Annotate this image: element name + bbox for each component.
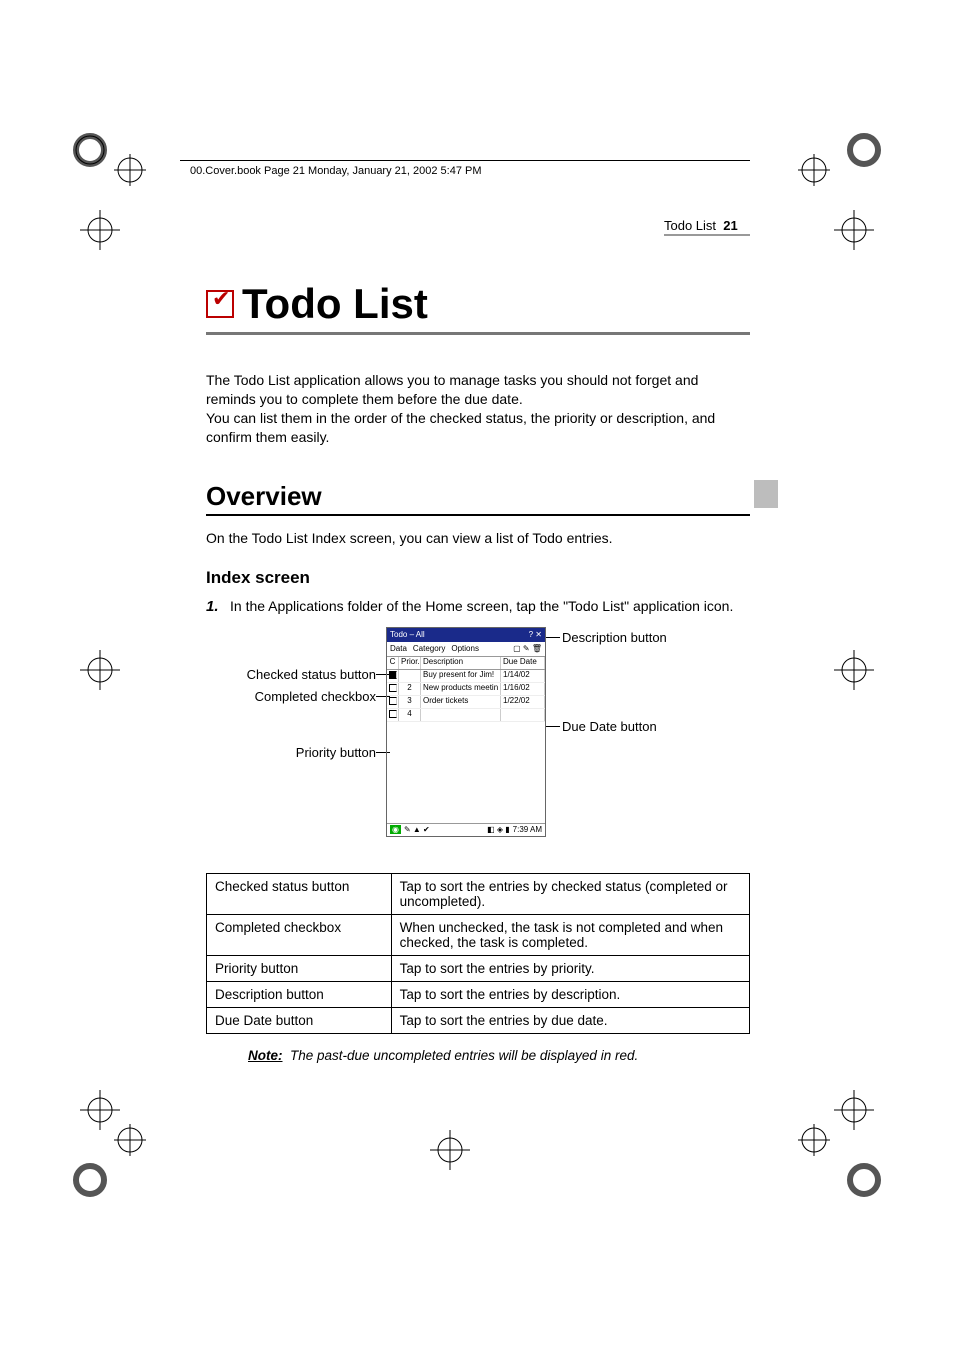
checkbox-icon — [389, 684, 397, 692]
index-screen-heading: Index screen — [206, 568, 750, 588]
step-number: 1. — [206, 598, 220, 615]
screenshot-figure: Todo – All ? ✕ Data Category Options ▢ ✎… — [386, 627, 546, 837]
fig-row: Buy present for Jim! 1/14/02 — [387, 670, 545, 683]
todo-app-icon — [206, 290, 234, 318]
start-icon: ◉ — [390, 825, 401, 834]
fig-row: 4 — [387, 709, 545, 722]
fig-titlebar: Todo – All ? ✕ — [387, 628, 545, 642]
fig-column-headers: C Prior. Description Due Date — [387, 657, 545, 670]
fig-taskbar: ◉✎ ▲ ✔ ◧ ◈ ▮ 7:39 AM — [387, 823, 545, 836]
table-row: Priority buttonTap to sort the entries b… — [207, 955, 750, 981]
table-row: Due Date buttonTap to sort the entries b… — [207, 1007, 750, 1033]
fig-row: 2 New products meetin 1/16/02 — [387, 683, 545, 696]
fig-col-c: C — [387, 657, 399, 669]
registration-mark-icon — [70, 1120, 160, 1210]
crosshair-icon — [70, 200, 130, 260]
callout-checked-status: Checked status button — [196, 667, 376, 682]
fig-col-prior: Prior. — [399, 657, 421, 669]
crosshair-icon — [70, 640, 130, 700]
fig-col-due: Due Date — [501, 657, 545, 669]
intro-text: The Todo List application allows you to … — [206, 371, 750, 447]
callout-due-date-button: Due Date button — [562, 719, 657, 734]
callout-completed-checkbox: Completed checkbox — [196, 689, 376, 704]
overview-heading: Overview — [206, 481, 750, 516]
page-title: Todo List — [242, 280, 428, 328]
table-cell-desc: Tap to sort the entries by due date. — [391, 1007, 749, 1033]
fig-col-desc: Description — [421, 657, 501, 669]
checkbox-icon — [389, 710, 397, 718]
running-head: Todo List 21 — [664, 218, 738, 233]
running-head-rule — [664, 234, 750, 236]
table-row: Completed checkboxWhen unchecked, the ta… — [207, 914, 750, 955]
thumb-tab — [754, 480, 778, 508]
step-1: 1. In the Applications folder of the Hom… — [206, 598, 750, 615]
table-cell-name: Priority button — [207, 955, 392, 981]
overview-text: On the Todo List Index screen, you can v… — [206, 530, 750, 546]
note: Note: The past-due uncompleted entries w… — [206, 1048, 750, 1063]
checkbox-icon — [389, 671, 397, 679]
fig-menu-category: Category — [413, 644, 445, 653]
tray-icons: ◧ ◈ ▮ — [487, 825, 510, 834]
crosshair-icon — [824, 200, 884, 260]
table-cell-desc: When unchecked, the task is not complete… — [391, 914, 749, 955]
table-cell-name: Description button — [207, 981, 392, 1007]
callout-description-button: Description button — [562, 630, 667, 645]
page-title-row: Todo List — [206, 280, 750, 335]
note-label: Note: — [248, 1048, 283, 1063]
intro-p2: You can list them in the order of the ch… — [206, 410, 715, 445]
fig-clock: 7:39 AM — [513, 825, 542, 834]
fig-titlebar-icons: ? ✕ — [529, 630, 542, 639]
crosshair-icon — [824, 640, 884, 700]
table-row: Checked status buttonTap to sort the ent… — [207, 873, 750, 914]
print-header-rule — [180, 160, 750, 161]
taskbar-icons: ✎ ▲ ✔ — [404, 825, 430, 834]
print-header: 00.Cover.book Page 21 Monday, January 21… — [190, 165, 482, 177]
fig-menu-data: Data — [390, 644, 407, 653]
running-head-section: Todo List — [664, 218, 716, 233]
intro-p1: The Todo List application allows you to … — [206, 372, 698, 407]
fig-menubar: Data Category Options ▢ ✎ 🗑 — [387, 642, 545, 657]
table-cell-desc: Tap to sort the entries by checked statu… — [391, 873, 749, 914]
fig-title: Todo – All — [390, 630, 425, 639]
table-cell-desc: Tap to sort the entries by priority. — [391, 955, 749, 981]
step-text: In the Applications folder of the Home s… — [230, 598, 733, 615]
running-head-page: 21 — [723, 218, 737, 233]
table-cell-name: Due Date button — [207, 1007, 392, 1033]
description-table: Checked status buttonTap to sort the ent… — [206, 873, 750, 1034]
table-cell-name: Checked status button — [207, 873, 392, 914]
table-cell-name: Completed checkbox — [207, 914, 392, 955]
fig-row: 3 Order tickets 1/22/02 — [387, 696, 545, 709]
table-row: Description buttonTap to sort the entrie… — [207, 981, 750, 1007]
figure-callouts: Checked status button Completed checkbox… — [206, 627, 750, 859]
note-text: The past-due uncompleted entries will be… — [290, 1048, 638, 1063]
fig-toolbar-icons: ▢ ✎ 🗑 — [513, 644, 542, 653]
checkbox-icon — [389, 697, 397, 705]
fig-menu-options: Options — [451, 644, 479, 653]
callout-priority-button: Priority button — [196, 745, 376, 760]
table-cell-desc: Tap to sort the entries by description. — [391, 981, 749, 1007]
crosshair-icon — [420, 1120, 480, 1180]
registration-mark-icon — [794, 1120, 884, 1210]
